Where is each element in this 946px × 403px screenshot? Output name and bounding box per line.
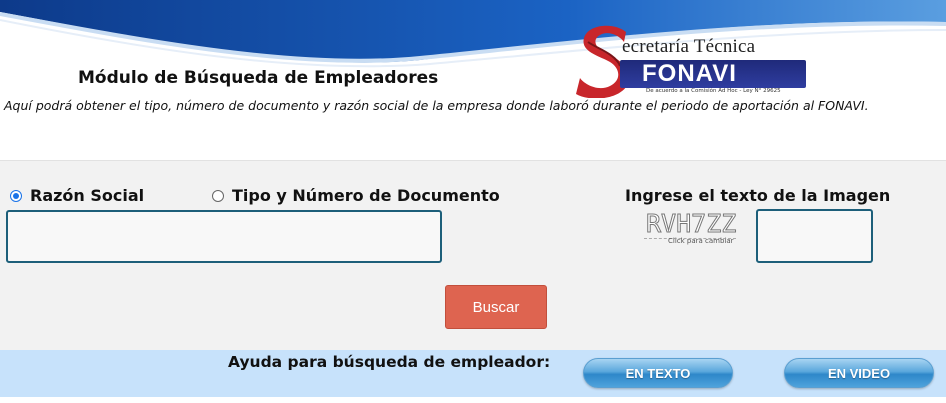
radio-unselected-icon[interactable] [212, 189, 224, 202]
captcha-refresh-hint: Click para cambiar [668, 237, 734, 245]
fonavi-logo: ecretaría Técnica FONAVI De acuerdo a la… [576, 22, 808, 98]
radio-tipo-numero-label: Tipo y Número de Documento [232, 186, 500, 205]
captcha-label: Ingrese el texto de la Imagen [625, 186, 891, 205]
help-video-button[interactable]: EN VIDEO [784, 358, 934, 388]
search-input[interactable] [6, 210, 442, 263]
captcha-code: RVH7ZZ [644, 209, 737, 239]
search-button[interactable]: Buscar [445, 285, 547, 329]
logo-text-fonavi: FONAVI [620, 60, 806, 88]
help-label: Ayuda para búsqueda de empleador: [228, 353, 551, 371]
radio-tipo-numero-documento[interactable]: Tipo y Número de Documento [212, 186, 500, 205]
radio-razon-social-label: Razón Social [30, 186, 145, 205]
radio-selected-icon[interactable] [10, 189, 22, 202]
help-text-button[interactable]: EN TEXTO [583, 358, 733, 388]
radio-razon-social[interactable]: Razón Social [10, 186, 144, 205]
page-title: Módulo de Búsqueda de Empleadores [78, 68, 439, 88]
captcha-input[interactable] [756, 209, 873, 263]
logo-text-law: De acuerdo a la Comisión Ad Hoc - Ley N°… [646, 88, 781, 94]
page-subtitle: Aquí podrá obtener el tipo, número de do… [4, 98, 869, 113]
captcha-image[interactable]: RVH7ZZ Click para cambiar [644, 209, 756, 248]
logo-text-secretaria: ecretaría Técnica [622, 36, 756, 57]
